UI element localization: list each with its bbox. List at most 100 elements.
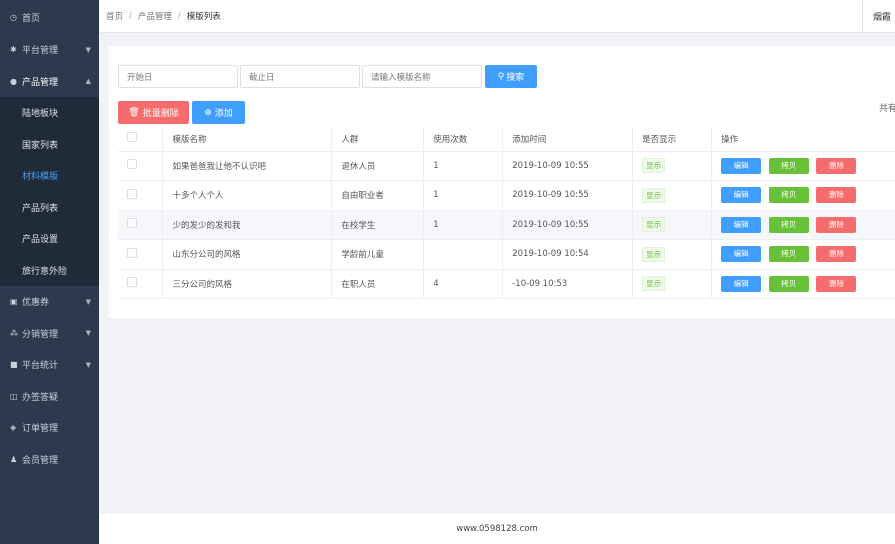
row-checkbox[interactable]	[127, 247, 137, 258]
chevron-up-icon: ▲	[85, 77, 91, 86]
table-header-row: 模版名称 人群 使用次数 添加时间 是否显示 操作	[118, 127, 895, 152]
globe-icon: ●	[10, 76, 17, 86]
cell-count: 1	[423, 210, 504, 240]
cell-name: 山东分公司的风格	[162, 239, 333, 270]
copy-button[interactable]: 拷贝	[768, 157, 809, 174]
batch-delete-label: 批量删除	[142, 109, 179, 119]
cell-name: 十多个人个人	[162, 180, 333, 211]
chevron-down-icon: ▼	[85, 360, 91, 369]
batch-delete-button[interactable]: 🗑 批量删除	[118, 101, 189, 124]
cell-group: 学龄前儿童	[331, 239, 425, 270]
copy-button[interactable]: 拷贝	[768, 246, 809, 263]
cell-count: 1	[423, 180, 504, 211]
trash-icon: 🗑	[128, 107, 140, 118]
template-table: 模版名称 人群 使用次数 添加时间 是否显示 操作 如果爸爸我让他不认识吧 退休…	[118, 127, 895, 299]
delete-button[interactable]: 删除	[816, 157, 857, 174]
column-header: 人群	[331, 127, 425, 152]
edit-button[interactable]: 编辑	[721, 187, 762, 204]
layers-icon: ◈	[10, 423, 17, 433]
cell-time: 2019-10-09 10:55	[502, 210, 634, 240]
search-icon: ⚲	[497, 71, 505, 82]
row-checkbox[interactable]	[127, 159, 137, 170]
sidebar-subitem[interactable]: 旅行意外险	[0, 254, 99, 286]
sidebar-item-coupons[interactable]: ▣ 优惠券 ▼	[0, 286, 99, 318]
cell-name: 三分公司的风格	[162, 269, 333, 299]
cell-count	[423, 239, 504, 270]
row-checkbox[interactable]	[127, 277, 137, 288]
start-date-input[interactable]: 开始日	[118, 65, 238, 88]
cell-group: 退休人员	[331, 151, 425, 181]
table-row: 如果爸爸我让他不认识吧 退休人员 1 2019-10-09 10:55 显示 编…	[118, 151, 895, 181]
sidebar-item-orders[interactable]: ◈ 订单管理	[0, 412, 99, 444]
delete-button[interactable]: 删除	[816, 246, 857, 263]
chat-icon: ■	[10, 360, 18, 370]
chevron-down-icon: ▼	[85, 45, 91, 54]
select-all-header[interactable]	[118, 127, 164, 152]
sidebar-subitem[interactable]: 国家列表	[0, 128, 99, 160]
main-panel: 开始日 截止日 请输入模版名称 ⚲ 搜索 共有 🗑 批量删除 ⊕ 添加 模版名称…	[109, 46, 895, 318]
edit-button[interactable]: 编辑	[721, 246, 762, 263]
sidebar: ◷ 首页 ✱ 平台管理 ▼ ● 产品管理 ▲ 陆地板块 国家列表 材料模版 产品…	[0, 0, 99, 544]
row-checkbox[interactable]	[127, 218, 137, 229]
gear-icon: ✱	[10, 45, 17, 55]
edit-button[interactable]: 编辑	[721, 157, 762, 174]
chevron-down-icon: ▼	[85, 329, 91, 338]
breadcrumb-home[interactable]: 首页	[106, 10, 123, 22]
column-header: 使用次数	[423, 127, 504, 152]
status-badge: 显示	[642, 217, 666, 233]
sidebar-item-label: 订单管理	[22, 424, 59, 435]
cell-count: 4	[423, 269, 504, 299]
search-button-label: 搜索	[506, 73, 525, 83]
sidebar-item-stats[interactable]: ■ 平台统计 ▼	[0, 349, 99, 381]
user-icon: ♟	[10, 454, 18, 464]
copy-button[interactable]: 拷贝	[768, 275, 809, 292]
select-all-checkbox[interactable]	[127, 132, 137, 143]
sidebar-subitem[interactable]: 产品设置	[0, 223, 99, 255]
delete-button[interactable]: 删除	[816, 275, 857, 292]
breadcrumb-separator: /	[129, 11, 132, 21]
table-row: 少的发少的发和我 在校学生 1 2019-10-09 10:55 显示 编辑 拷…	[118, 210, 895, 240]
sidebar-item-home[interactable]: ◷ 首页	[0, 0, 99, 34]
book-icon: ◫	[10, 391, 18, 401]
search-button[interactable]: ⚲ 搜索	[485, 65, 537, 88]
delete-button[interactable]: 删除	[816, 216, 857, 233]
cell-time: 2019-10-09 10:55	[502, 151, 634, 181]
status-badge: 显示	[642, 276, 666, 292]
cell-count: 1	[423, 151, 504, 181]
cell-group: 在职人员	[331, 269, 425, 299]
add-button[interactable]: ⊕ 添加	[192, 101, 245, 124]
sidebar-item-products[interactable]: ● 产品管理 ▲	[0, 65, 99, 97]
footer-text: www.0598128.com	[456, 524, 538, 534]
sidebar-item-distribution[interactable]: ⁂ 分销管理 ▼	[0, 318, 99, 350]
table-row: 十多个人个人 自由职业者 1 2019-10-09 10:55 显示 编辑 拷贝…	[118, 180, 895, 211]
cell-group: 在校学生	[331, 210, 425, 240]
column-header: 添加时间	[502, 127, 634, 152]
sidebar-subitem[interactable]: 陆地板块	[0, 97, 99, 129]
edit-button[interactable]: 编辑	[721, 275, 762, 292]
footer: www.0598128.com	[99, 514, 895, 544]
end-date-input[interactable]: 截止日	[240, 65, 360, 88]
table-row: 山东分公司的风格 学龄前儿童 2019-10-09 10:54 显示 编辑 拷贝…	[118, 239, 895, 270]
sidebar-item-qa[interactable]: ◫ 办签答疑	[0, 381, 99, 413]
sidebar-subitem-active[interactable]: 材料模版	[0, 160, 99, 192]
cell-name: 少的发少的发和我	[162, 210, 333, 240]
template-name-input[interactable]: 请输入模版名称	[362, 65, 482, 88]
sidebar-item-platform[interactable]: ✱ 平台管理 ▼	[0, 34, 99, 66]
column-header: 模版名称	[162, 127, 333, 152]
breadcrumb-section[interactable]: 产品管理	[138, 10, 172, 22]
cell-group: 自由职业者	[331, 180, 425, 211]
column-header: 操作	[711, 127, 895, 152]
top-right-tab[interactable]: 烟霞	[862, 0, 895, 33]
sidebar-item-label: 办签答疑	[22, 392, 59, 403]
delete-button[interactable]: 删除	[816, 187, 857, 204]
sidebar-subitem[interactable]: 产品列表	[0, 191, 99, 223]
edit-button[interactable]: 编辑	[721, 216, 762, 233]
column-header: 是否显示	[632, 127, 713, 152]
sidebar-item-members[interactable]: ♟ 会员管理	[0, 444, 99, 476]
cell-time: 2019-10-09 10:54	[502, 239, 634, 270]
copy-button[interactable]: 拷贝	[768, 187, 809, 204]
copy-button[interactable]: 拷贝	[768, 216, 809, 233]
cell-time: -10-09 10:53	[502, 269, 634, 299]
plus-circle-icon: ⊕	[204, 107, 212, 118]
row-checkbox[interactable]	[127, 188, 137, 199]
